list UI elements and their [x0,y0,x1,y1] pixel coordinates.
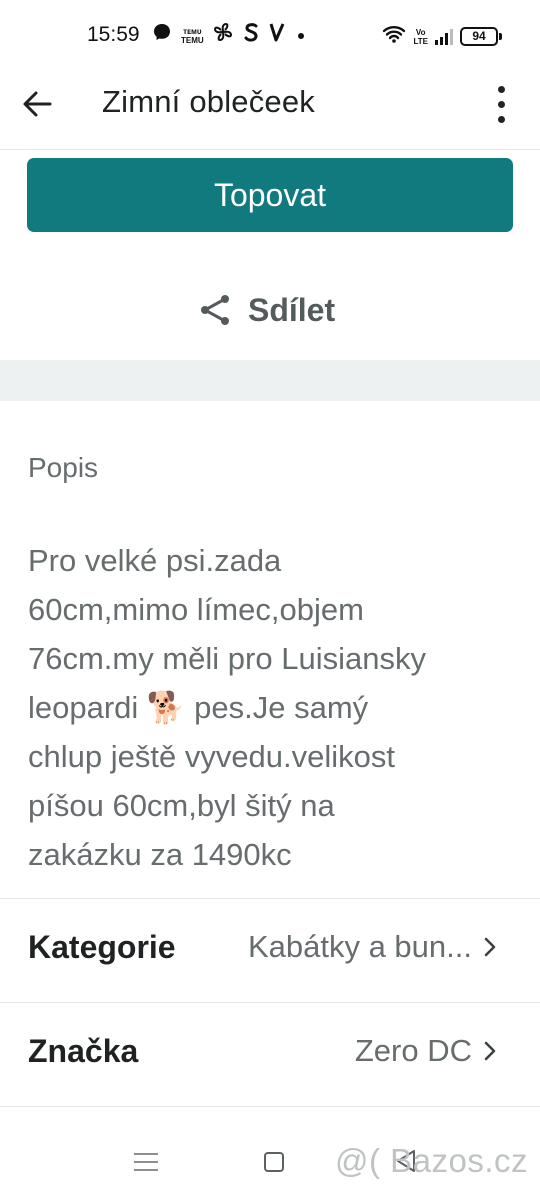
description-heading: Popis [28,452,99,483]
battery-icon: 94 [460,27,502,46]
share-icon [201,295,229,325]
temu-icon-label: TEMU [181,35,204,45]
arrow-left-icon [23,91,52,117]
temu-icon-top: ᴛᴇᴍᴜ [183,26,202,36]
temu-icon: ᴛᴇᴍᴜ TEMU [181,27,204,45]
detail-row-category[interactable]: Kategorie Kabátky a bun... [0,898,540,1002]
signal-strength-icon [435,28,453,45]
detail-label: Kategorie [28,929,176,965]
more-vertical-icon [498,86,505,93]
fan-icon [213,22,233,49]
share-label: Sdílet [248,291,336,328]
more-vertical-dot [498,116,505,123]
detail-label: Značka [28,1033,139,1069]
more-vertical-dot [498,101,505,108]
system-status-icons: Vo LTE 94 [382,24,502,49]
more-notifications-dot-icon [297,32,304,39]
bazos-watermark: @( Bazos.cz [334,1142,528,1179]
wifi-icon [382,24,406,49]
section-divider-band [0,360,540,401]
volte-bottom: LTE [413,36,428,46]
system-nav-bar: @( Bazos.cz [0,1128,540,1200]
volte-top: Vo [415,27,426,37]
volte-icon: Vo LTE [413,28,428,46]
more-options-button[interactable] [486,82,516,126]
description-text: Pro velké psi.zada 60cm,mimo límec,objem… [28,543,426,872]
page: 15:59 ᴛᴇᴍᴜ TEMU Vo LTE 94 Zimní oblečeek… [0,0,540,1200]
status-bar: 15:59 ᴛᴇᴍᴜ TEMU Vo LTE 94 [0,0,540,70]
share-button[interactable]: Sdílet [196,286,335,334]
chevron-right-icon [484,937,496,957]
messenger-icon [152,22,172,49]
detail-value: Kabátky a bun... [247,929,472,964]
home-button[interactable] [264,1152,284,1172]
s-app-icon [242,22,260,49]
topovat-button[interactable]: Topovat [27,158,513,232]
v-app-icon [269,22,285,49]
chevron-right-icon [484,1041,496,1061]
detail-row-brand[interactable]: Značka Zero DC [0,1002,540,1106]
notification-icons: ᴛᴇᴍᴜ TEMU [152,22,304,49]
detail-row-divider [0,1106,540,1128]
status-time: 15:59 [87,23,140,46]
app-bar: Zimní oblečeek [0,70,540,150]
page-title: Zimní oblečeek [102,84,316,119]
detail-value: Zero DC [354,1033,472,1068]
recent-apps-button[interactable] [134,1151,158,1173]
back-button[interactable] [18,84,58,124]
